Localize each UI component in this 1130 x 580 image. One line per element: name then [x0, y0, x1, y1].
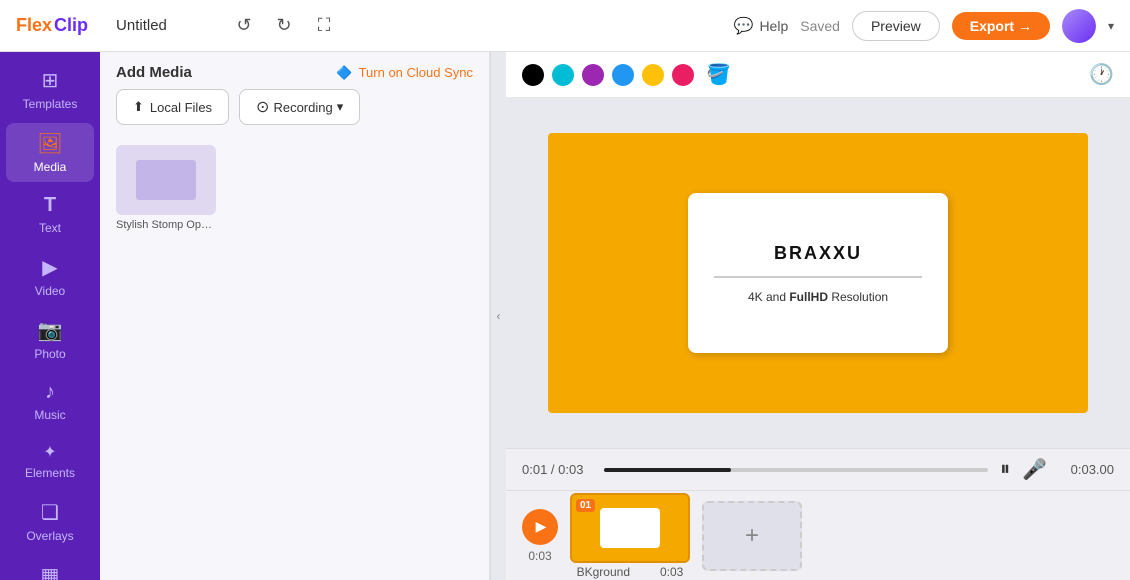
help-button[interactable]: 💬 Help — [734, 16, 789, 36]
media-panel-title: Add Media — [116, 64, 192, 81]
preview-button[interactable]: Preview — [852, 11, 940, 41]
sidebar-item-overlays[interactable]: ❏ Overlays — [6, 492, 94, 551]
sidebar-item-templates[interactable]: ⊞ Templates — [6, 60, 94, 119]
preview-canvas: BRAXXU 4K and FullHD Resolution — [506, 98, 1130, 448]
sidebar-label-photo: Photo — [34, 347, 65, 361]
fullscreen-button[interactable]: ⛶ — [308, 10, 340, 42]
mic-button[interactable]: 🎤 — [1022, 457, 1047, 482]
project-title-input[interactable] — [116, 17, 216, 34]
color-purple[interactable] — [582, 64, 604, 86]
text-icon: T — [44, 194, 56, 217]
logo: FlexClip — [16, 15, 88, 36]
sidebar-item-elements[interactable]: ✦ Elements — [6, 434, 94, 488]
total-duration: 0:03.00 — [1059, 462, 1114, 477]
video-preview: BRAXXU 4K and FullHD Resolution — [548, 133, 1088, 413]
media-panel: Add Media 🔷 Turn on Cloud Sync ⬆ Local F… — [100, 52, 490, 580]
mic-icon: 🎤 — [1022, 459, 1047, 481]
media-actions: ⬆ Local Files ⊙ Recording ▾ — [100, 89, 489, 137]
export-button[interactable]: Export → — [952, 12, 1050, 40]
bkground-icon: ▦ — [41, 563, 60, 580]
recording-button[interactable]: ⊙ Recording ▾ — [239, 89, 360, 125]
record-icon: ⊙ — [256, 97, 269, 117]
color-pink[interactable] — [672, 64, 694, 86]
sidebar-item-music[interactable]: ♪ Music — [6, 373, 94, 430]
sidebar-label-elements: Elements — [25, 466, 75, 480]
account-chevron[interactable]: ▾ — [1108, 19, 1114, 33]
preview-card: BRAXXU 4K and FullHD Resolution — [688, 193, 948, 353]
sidebar-label-text: Text — [39, 221, 61, 235]
sidebar-label-overlays: Overlays — [26, 529, 73, 543]
undo-button[interactable]: ↺ — [228, 10, 260, 42]
color-palette: 🪣 🕐 — [506, 52, 1130, 98]
clip-thumbnail — [600, 508, 660, 548]
sidebar-label-music: Music — [34, 408, 65, 422]
timeline-time: 0:03 — [528, 549, 551, 563]
progress-bar[interactable] — [604, 468, 988, 472]
add-clip-button[interactable]: + — [702, 501, 802, 571]
app-header: FlexClip ↺ ↻ ⛶ 💬 Help Saved Preview Expo… — [0, 0, 1130, 52]
timeline: ▶ 0:03 01 BKground 0:03 + — [506, 490, 1130, 580]
timeline-play-col: ▶ 0:03 — [522, 509, 558, 563]
sidebar-label-media: Media — [34, 160, 67, 174]
history-icon[interactable]: 🕐 — [1089, 62, 1114, 87]
progress-fill — [604, 468, 731, 472]
chat-icon: 💬 — [734, 16, 754, 36]
cloud-sync-button[interactable]: 🔷 Turn on Cloud Sync — [336, 65, 473, 81]
add-icon: + — [745, 522, 759, 550]
sidebar-item-bkground[interactable]: ▦ BKground — [6, 555, 94, 580]
pause-icon: ⏸ — [1000, 458, 1010, 481]
clip-badge: 01 — [576, 499, 595, 512]
sidebar-label-video: Video — [35, 284, 65, 298]
header-actions: ↺ ↻ ⛶ — [228, 10, 340, 42]
color-blue[interactable] — [612, 64, 634, 86]
media-panel-header: Add Media 🔷 Turn on Cloud Sync — [100, 52, 489, 89]
play-icon: ▶ — [536, 518, 547, 535]
card-brand-title: BRAXXU — [774, 243, 862, 264]
overlays-icon: ❏ — [41, 500, 59, 525]
media-item[interactable]: Stylish Stomp Ope...s.mp4 — [116, 145, 216, 572]
media-icon: 🖼 — [37, 131, 62, 156]
avatar[interactable] — [1062, 9, 1096, 43]
sidebar-item-text[interactable]: T Text — [6, 186, 94, 243]
recording-chevron-icon: ▾ — [337, 99, 344, 115]
pause-button[interactable]: ⏸ — [1000, 458, 1010, 481]
canvas-area: 🪣 🕐 BRAXXU 4K and FullHD Resolution 0:01… — [506, 52, 1130, 580]
sidebar-label-templates: Templates — [23, 97, 78, 111]
media-thumbnail[interactable] — [116, 145, 216, 215]
clip-duration: 0:03 — [660, 565, 683, 579]
main-layout: ⊞ Templates 🖼 Media T Text ▶ Video 📷 Pho… — [0, 52, 1130, 580]
color-bucket-icon[interactable]: 🪣 — [706, 62, 731, 87]
local-files-button[interactable]: ⬆ Local Files — [116, 89, 229, 125]
video-icon: ▶ — [42, 255, 57, 280]
saved-status: Saved — [800, 18, 840, 34]
clip-label: BKground — [577, 565, 630, 579]
controls-bar: 0:01 / 0:03 ⏸ 🎤 0:03.00 — [506, 448, 1130, 490]
panel-collapse-handle[interactable]: ‹ — [490, 52, 506, 580]
header-right: 💬 Help Saved Preview Export → ▾ — [734, 9, 1114, 43]
sidebar-item-video[interactable]: ▶ Video — [6, 247, 94, 306]
music-icon: ♪ — [45, 381, 55, 404]
templates-icon: ⊞ — [42, 68, 59, 93]
elements-icon: ✦ — [43, 442, 56, 462]
media-filename: Stylish Stomp Ope...s.mp4 — [116, 219, 216, 231]
sidebar-item-media[interactable]: 🖼 Media — [6, 123, 94, 182]
timeline-play-button[interactable]: ▶ — [522, 509, 558, 545]
timeline-clip-wrapper: 01 BKground 0:03 — [570, 493, 690, 579]
sidebar-item-photo[interactable]: 📷 Photo — [6, 310, 94, 369]
card-subtitle: 4K and FullHD Resolution — [748, 290, 888, 304]
collapse-icon: ‹ — [497, 309, 501, 323]
photo-icon: 📷 — [38, 318, 63, 343]
color-yellow[interactable] — [642, 64, 664, 86]
current-time: 0:01 / 0:03 — [522, 462, 592, 477]
timeline-clip[interactable]: 01 — [570, 493, 690, 563]
color-teal[interactable] — [552, 64, 574, 86]
media-grid: Stylish Stomp Ope...s.mp4 — [100, 137, 489, 580]
sidebar: ⊞ Templates 🖼 Media T Text ▶ Video 📷 Pho… — [0, 52, 100, 580]
redo-button[interactable]: ↻ — [268, 10, 300, 42]
diamond-icon: 🔷 — [336, 65, 352, 81]
upload-icon: ⬆ — [133, 99, 144, 115]
color-black[interactable] — [522, 64, 544, 86]
